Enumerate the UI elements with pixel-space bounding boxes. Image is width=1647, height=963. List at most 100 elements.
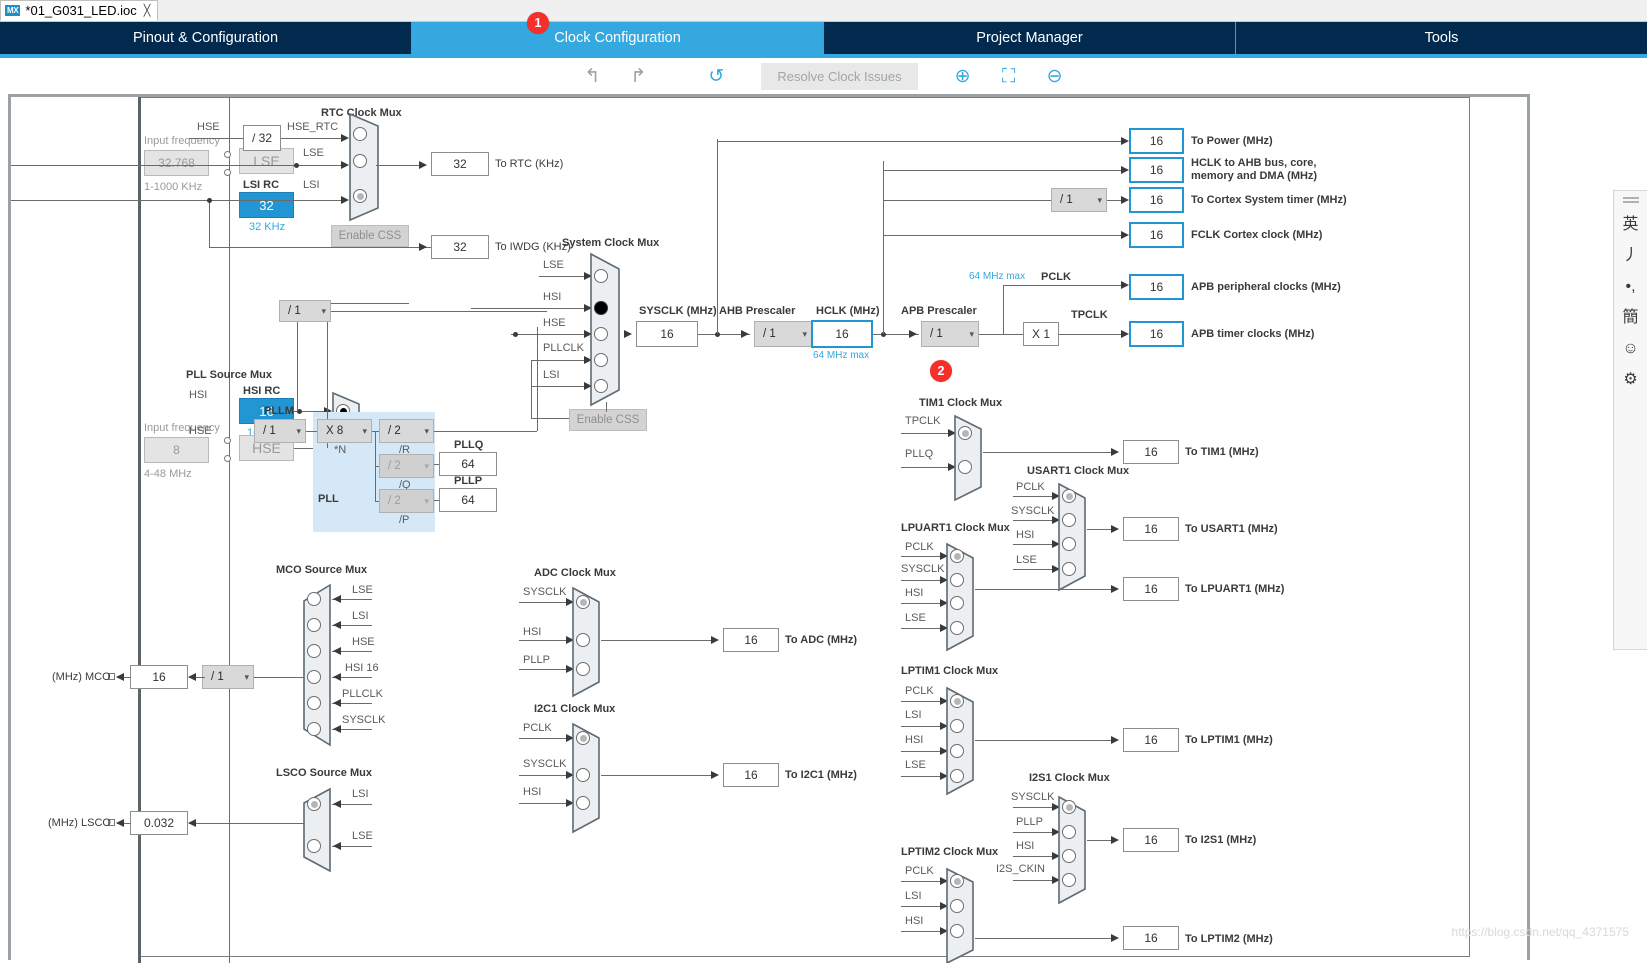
system-mux-option-hsi[interactable]: [594, 301, 608, 315]
lpuart1-output-field[interactable]: 16: [1123, 577, 1179, 601]
ime-punctuation-icon[interactable]: •,: [1625, 278, 1635, 296]
tab-tools[interactable]: Tools: [1236, 22, 1647, 54]
rtc-mux-option-lse[interactable]: [353, 154, 367, 168]
mco-mux-option-lse[interactable]: [307, 592, 321, 606]
i2c1-mux-option-hsi[interactable]: [576, 796, 590, 810]
rtc-output-field[interactable]: 32: [431, 152, 489, 176]
ime-language-mode[interactable]: 英: [1622, 216, 1638, 234]
output-field-cortex-systimer[interactable]: 16: [1129, 187, 1184, 213]
pllp-output-field[interactable]: 64: [439, 488, 497, 512]
adc-output-field[interactable]: 16: [723, 628, 779, 652]
mco-mux-option-hsi16[interactable]: [307, 670, 321, 684]
pllq-output-field[interactable]: 64: [439, 452, 497, 476]
clock-tree-canvas[interactable]: Input frequency 32.768 1-1000 KHz LSE LS…: [0, 92, 1647, 963]
lpuart1-mux-option-lse[interactable]: [950, 621, 964, 635]
mco-mux-option-hse[interactable]: [307, 644, 321, 658]
i2s1-mux-option-pllp[interactable]: [1062, 825, 1076, 839]
usart1-mux-option-hsi[interactable]: [1062, 537, 1076, 551]
lptim1-output-field[interactable]: 16: [1123, 728, 1179, 752]
lsi-frequency-field[interactable]: 32: [239, 192, 294, 218]
tab-pinout-configuration[interactable]: Pinout & Configuration: [0, 22, 412, 54]
mco-mux-option-lsi[interactable]: [307, 618, 321, 632]
tpclk-multiplier-box[interactable]: X 1: [1023, 322, 1059, 346]
hsi-prediv-select[interactable]: / 1 ▾: [279, 300, 331, 322]
ime-simplified-icon[interactable]: 簡: [1622, 309, 1638, 327]
sysclk-field[interactable]: 16: [636, 321, 698, 347]
lse-oscillator-box[interactable]: LSE: [239, 148, 294, 174]
tim1-mux-option-pllq[interactable]: [958, 460, 972, 474]
ime-drag-handle[interactable]: [1622, 197, 1639, 199]
rtc-mux-option-lsi[interactable]: [353, 189, 367, 203]
close-icon[interactable]: ╳: [144, 4, 151, 17]
undo-icon[interactable]: ↰: [569, 62, 615, 92]
i2c1-mux-option-sysclk[interactable]: [576, 768, 590, 782]
output-field-apb-timer[interactable]: 16: [1129, 321, 1184, 347]
lptim2-mux-option-lsi[interactable]: [950, 899, 964, 913]
system-mux-option-lse[interactable]: [594, 269, 608, 283]
reset-clock-icon[interactable]: ↺: [693, 62, 739, 92]
plln-multiplier-select[interactable]: X 8 ▾: [317, 419, 372, 443]
ime-emoji-icon[interactable]: ☺: [1622, 340, 1638, 358]
adc-mux-option-hsi[interactable]: [576, 633, 590, 647]
zoom-in-icon[interactable]: ⊕: [940, 62, 986, 92]
mco-mux-option-pllclk[interactable]: [307, 696, 321, 710]
lptim1-mux-option-pclk[interactable]: [950, 694, 964, 708]
i2s1-mux-option-hsi[interactable]: [1062, 849, 1076, 863]
tab-clock-configuration[interactable]: Clock Configuration: [412, 22, 824, 54]
hclk-field[interactable]: 16: [811, 320, 873, 348]
ime-floating-toolbar[interactable]: 英 丿 •, 簡 ☺ ⚙: [1613, 190, 1647, 650]
hse-rtc-divider[interactable]: / 32: [243, 125, 281, 151]
rtc-mux-option-hse-rtc[interactable]: [353, 127, 367, 141]
system-mux-option-pllclk[interactable]: [594, 353, 608, 367]
system-mux-option-hse[interactable]: [594, 327, 608, 341]
output-field-power[interactable]: 16: [1129, 128, 1184, 154]
lptim1-mux-option-lsi[interactable]: [950, 719, 964, 733]
ime-handwriting-icon[interactable]: 丿: [1622, 247, 1638, 265]
tim1-mux-option-tpclk[interactable]: [958, 426, 972, 440]
ahb-prescaler-select[interactable]: / 1 ▾: [754, 321, 812, 347]
lse-frequency-field[interactable]: 32.768: [144, 150, 209, 176]
output-field-hclk-ahb[interactable]: 16: [1129, 157, 1184, 183]
lptim2-mux-option-pclk[interactable]: [950, 874, 964, 888]
lptim2-mux-option-hsi[interactable]: [950, 924, 964, 938]
i2c1-output-field[interactable]: 16: [723, 763, 779, 787]
mco-divider-select[interactable]: / 1 ▾: [202, 665, 254, 689]
rtc-enable-css-button[interactable]: Enable CSS: [331, 225, 409, 247]
ime-settings-gear-icon[interactable]: ⚙: [1623, 371, 1637, 389]
fit-to-window-icon[interactable]: ⛶: [986, 62, 1032, 92]
lptim1-mux-option-hsi[interactable]: [950, 744, 964, 758]
system-mux-option-lsi[interactable]: [594, 379, 608, 393]
pllm-divider-select[interactable]: / 1 ▾: [254, 419, 306, 443]
i2s1-mux-option-i2s-ckin[interactable]: [1062, 873, 1076, 887]
system-enable-css-button[interactable]: Enable CSS: [569, 409, 647, 431]
lsco-mux-option-lse[interactable]: [307, 839, 321, 853]
iwdg-output-field[interactable]: 32: [431, 235, 489, 259]
redo-icon[interactable]: ↱: [615, 62, 661, 92]
usart1-mux-option-pclk[interactable]: [1062, 489, 1076, 503]
i2c1-mux-option-pclk[interactable]: [576, 731, 590, 745]
lptim1-mux-option-lse[interactable]: [950, 769, 964, 783]
cortex-systimer-prescaler-select[interactable]: / 1 ▾: [1051, 188, 1107, 212]
adc-mux-option-sysclk[interactable]: [576, 595, 590, 609]
mco-output-field[interactable]: 16: [130, 665, 188, 689]
lpuart1-mux-option-sysclk[interactable]: [950, 573, 964, 587]
output-field-fclk[interactable]: 16: [1129, 222, 1184, 248]
tab-project-manager[interactable]: Project Manager: [824, 22, 1236, 54]
i2s1-output-field[interactable]: 16: [1123, 828, 1179, 852]
adc-mux-option-pllp[interactable]: [576, 662, 590, 676]
lsco-mux-option-lsi[interactable]: [307, 797, 321, 811]
lpuart1-mux-option-pclk[interactable]: [950, 549, 964, 563]
output-field-apb-peripheral[interactable]: 16: [1129, 274, 1184, 300]
lsco-output-field[interactable]: 0.032: [130, 811, 188, 835]
lpuart1-mux-option-hsi[interactable]: [950, 596, 964, 610]
apb-prescaler-select[interactable]: / 1 ▾: [921, 321, 979, 347]
pllp-divider-select[interactable]: / 2 ▾: [379, 489, 434, 513]
i2s1-mux-option-sysclk[interactable]: [1062, 800, 1076, 814]
tim1-output-field[interactable]: 16: [1123, 440, 1179, 464]
usart1-output-field[interactable]: 16: [1123, 517, 1179, 541]
pllq-divider-select[interactable]: / 2 ▾: [379, 454, 434, 478]
file-tab[interactable]: MX *01_G031_LED.ioc ╳: [0, 0, 159, 21]
lptim2-output-field[interactable]: 16: [1123, 926, 1179, 950]
mco-mux-option-sysclk[interactable]: [307, 722, 321, 736]
resolve-clock-issues-button[interactable]: Resolve Clock Issues: [761, 63, 918, 90]
